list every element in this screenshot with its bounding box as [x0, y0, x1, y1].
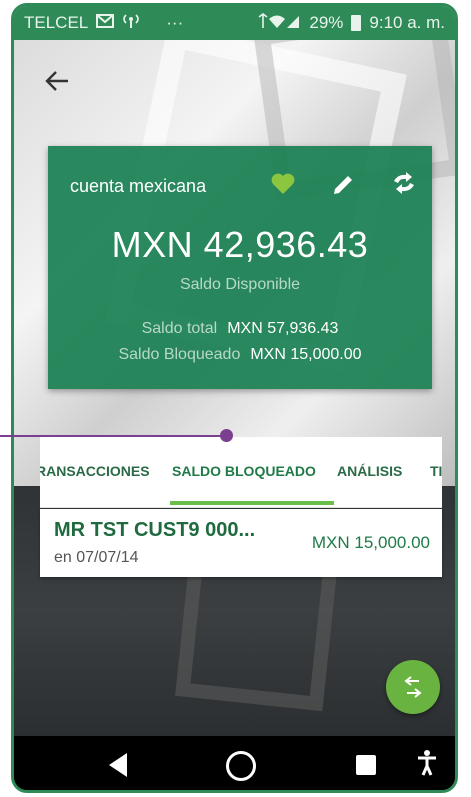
battery-percent: 29% — [309, 13, 344, 32]
total-balance-row: Saldo total MXN 57,936.43 — [48, 320, 432, 338]
android-nav-bar — [14, 736, 455, 790]
signal-icon — [257, 12, 301, 34]
list-item[interactable]: MR TST CUST9 000... en 07/07/14 MXN 15,0… — [40, 509, 442, 577]
transaction-title: MR TST CUST9 000... — [54, 519, 256, 541]
mail-icon — [96, 13, 115, 33]
more-notifications-dots: ··· — [166, 13, 184, 32]
tab-saldo-bloqueado[interactable]: SALDO BLOQUEADO — [172, 463, 316, 479]
phone-frame: TELCEL ··· 29% 9:10 a. m. cuenta mexican… — [11, 3, 458, 793]
clock: 9:10 a. m. — [369, 13, 445, 32]
tab-bar: RANSACCIONES SALDO BLOQUEADO ANÁLISIS TI — [40, 437, 442, 508]
available-balance: MXN 42,936.43 — [111, 224, 369, 265]
carrier-label: TELCEL — [24, 13, 89, 32]
tab-transacciones[interactable]: RANSACCIONES — [40, 463, 150, 479]
account-card: cuenta mexicana MXN 42,936.43 Saldo Disp… — [48, 146, 432, 389]
account-name: cuenta mexicana — [70, 176, 207, 196]
heart-icon[interactable] — [270, 172, 296, 198]
active-tab-indicator — [170, 501, 334, 505]
transfer-button[interactable] — [386, 660, 440, 714]
tab-next[interactable]: TI — [430, 463, 442, 479]
available-balance-label: Saldo Disponible — [179, 276, 301, 293]
blocked-balance-row: Saldo Bloqueado MXN 15,000.00 — [48, 346, 432, 364]
transfer-arrows-icon — [404, 676, 422, 698]
transaction-amount: MXN 15,000.00 — [311, 533, 430, 552]
battery-icon — [351, 15, 362, 31]
total-balance-label: Saldo total — [141, 320, 218, 337]
nav-back-icon[interactable] — [109, 753, 127, 777]
status-bar: TELCEL ··· 29% 9:10 a. m. — [14, 6, 455, 40]
blocked-balance-value: MXN 15,000.00 — [250, 346, 362, 363]
blocked-balance-label: Saldo Bloqueado — [118, 346, 241, 363]
annotation-dot — [220, 429, 233, 442]
total-balance-value: MXN 57,936.43 — [227, 320, 339, 337]
tab-analisis[interactable]: ANÁLISIS — [337, 463, 402, 479]
pencil-icon[interactable] — [330, 172, 356, 198]
back-arrow-icon[interactable] — [44, 68, 74, 98]
nav-recents-icon[interactable] — [356, 755, 376, 775]
hotspot-icon — [122, 13, 140, 34]
sync-icon[interactable] — [390, 172, 416, 198]
card-actions — [270, 172, 416, 198]
accessibility-icon[interactable] — [417, 750, 437, 780]
nav-home-icon[interactable] — [226, 751, 256, 781]
annotation-line — [0, 435, 224, 437]
transaction-date: en 07/07/14 — [54, 549, 139, 566]
